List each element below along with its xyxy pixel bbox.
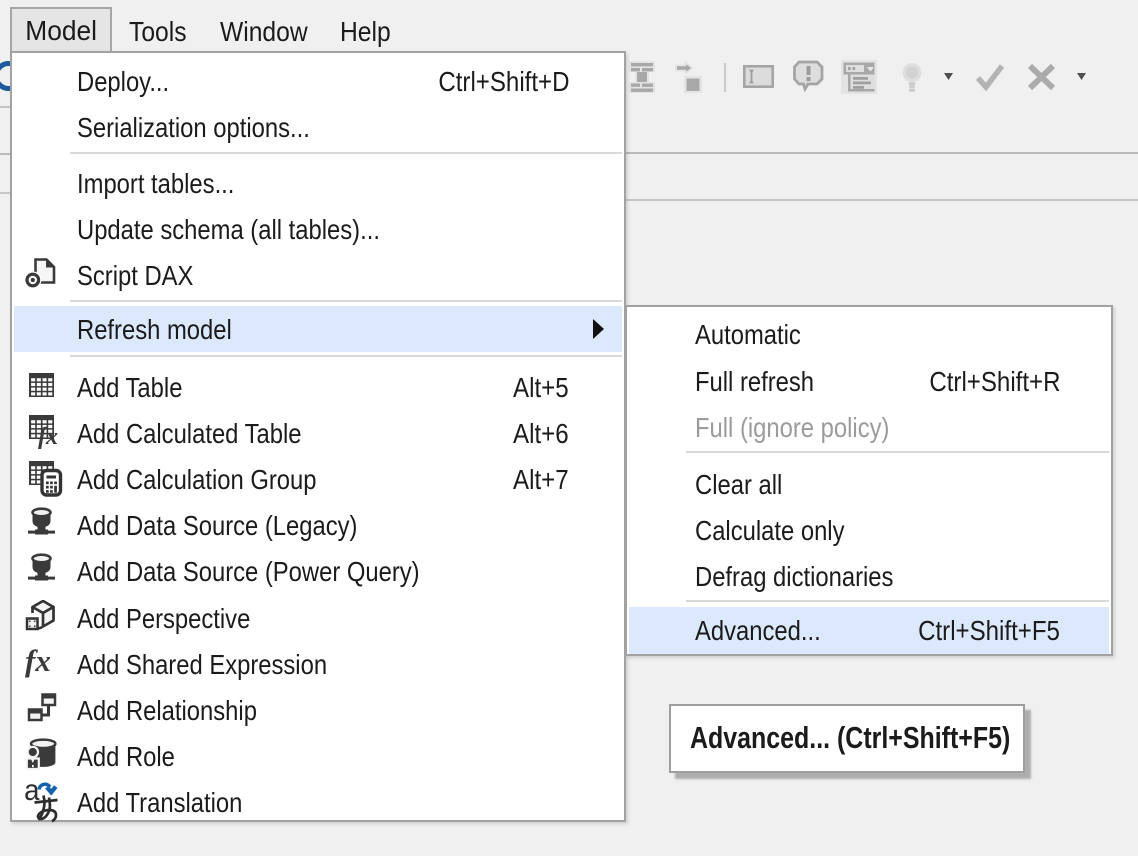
svg-text:fx: fx	[38, 424, 58, 449]
svg-text:fx: fx	[25, 643, 51, 678]
